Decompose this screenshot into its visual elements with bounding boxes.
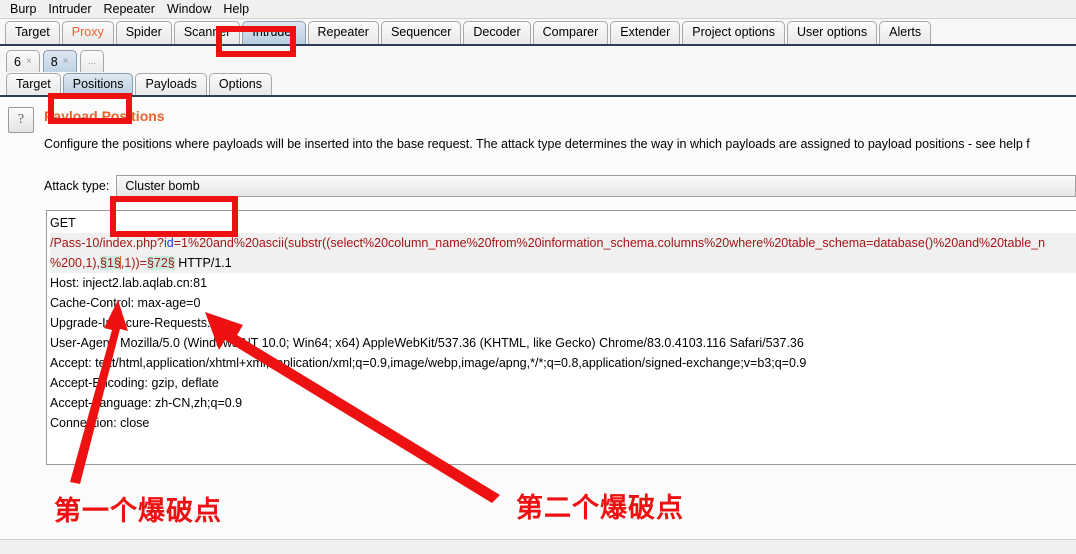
attack-tab-6-label: 6 bbox=[14, 54, 21, 69]
intruder-sub-tab-bar: Target Positions Payloads Options bbox=[0, 72, 1076, 97]
attack-tab-8-label: 8 bbox=[50, 54, 58, 69]
tab-project-options[interactable]: Project options bbox=[682, 21, 785, 44]
attack-type-label: Attack type: bbox=[44, 179, 110, 193]
attack-type-row: Attack type: Cluster bomb bbox=[44, 175, 1076, 197]
request-line-url-wrap: %200,1),§1§,1))=§72§ HTTP/1.1 bbox=[50, 253, 1076, 273]
subtab-payloads[interactable]: Payloads bbox=[135, 73, 207, 95]
highlight-box-positions-tab bbox=[48, 93, 132, 124]
url-part-2b: ,1))= bbox=[120, 256, 147, 270]
close-icon[interactable]: × bbox=[26, 52, 32, 72]
menu-item-help[interactable]: Help bbox=[217, 1, 255, 17]
attack-type-value: Cluster bomb bbox=[125, 179, 200, 193]
request-header-host: Host: inject2.lab.aqlab.cn:81 bbox=[50, 276, 208, 290]
attack-tab-more[interactable]: ... bbox=[79, 50, 104, 72]
menu-item-repeater[interactable]: Repeater bbox=[98, 1, 161, 17]
url-prefix: /Pass-10/index.php? bbox=[50, 236, 164, 250]
tab-proxy[interactable]: Proxy bbox=[61, 21, 114, 44]
panel-description: Configure the positions where payloads w… bbox=[44, 137, 1030, 151]
highlight-box-intruder-tab bbox=[216, 26, 296, 57]
attack-type-select[interactable]: Cluster bomb bbox=[116, 175, 1076, 197]
request-header-connection: Connection: close bbox=[50, 416, 150, 430]
menu-bar: Burp Intruder Repeater Window Help bbox=[0, 0, 1076, 19]
subtab-options[interactable]: Options bbox=[208, 73, 273, 95]
close-icon[interactable]: × bbox=[63, 52, 69, 72]
annotation-label-second: 第二个爆破点 bbox=[516, 493, 684, 524]
request-header-accept-encoding: Accept-Encoding: gzip, deflate bbox=[50, 376, 219, 390]
tab-repeater[interactable]: Repeater bbox=[307, 21, 379, 44]
tab-target[interactable]: Target bbox=[5, 21, 60, 44]
payload-marker-2[interactable]: §72§ bbox=[146, 256, 175, 270]
url-part-1: =1%20and%20ascii(substr((select%20column… bbox=[173, 236, 1046, 250]
request-header-user-agent: User-Agent: Mozilla/5.0 (Windows NT 10.0… bbox=[50, 336, 804, 350]
attack-tab-bar: 6 × 8 × ... bbox=[0, 46, 1076, 72]
subtab-positions[interactable]: Positions bbox=[62, 73, 134, 95]
annotation-label-first: 第一个爆破点 bbox=[54, 496, 222, 527]
tab-decoder[interactable]: Decoder bbox=[463, 21, 531, 44]
main-tab-bar: Target Proxy Spider Scanner Intruder Rep… bbox=[0, 19, 1076, 46]
menu-item-window[interactable]: Window bbox=[161, 1, 217, 17]
ellipsis-icon: ... bbox=[87, 55, 96, 67]
url-part-2a: %200,1), bbox=[50, 256, 101, 270]
tab-spider[interactable]: Spider bbox=[115, 21, 172, 44]
request-header-accept: Accept: text/html,application/xhtml+xml,… bbox=[50, 356, 807, 370]
help-icon[interactable]: ? bbox=[8, 107, 34, 133]
menu-item-burp[interactable]: Burp bbox=[4, 1, 42, 17]
request-editor[interactable]: GET /Pass-10/index.php?id=1%20and%20asci… bbox=[46, 210, 1076, 465]
menu-item-intruder[interactable]: Intruder bbox=[42, 1, 97, 17]
tab-comparer[interactable]: Comparer bbox=[532, 21, 609, 44]
tab-sequencer[interactable]: Sequencer bbox=[380, 21, 462, 44]
url-param-key: id bbox=[163, 236, 174, 250]
request-header-cache-control: Cache-Control: max-age=0 bbox=[50, 296, 201, 310]
horizontal-scrollbar[interactable] bbox=[0, 539, 1076, 554]
attack-tab-6[interactable]: 6 × bbox=[6, 50, 40, 72]
request-header-accept-language: Accept-Language: zh-CN,zh;q=0.9 bbox=[50, 396, 243, 410]
highlight-box-attack-type bbox=[110, 196, 238, 237]
attack-tab-8[interactable]: 8 × bbox=[42, 50, 77, 72]
http-version: HTTP/1.1 bbox=[174, 256, 232, 270]
tab-alerts[interactable]: Alerts bbox=[879, 21, 932, 44]
subtab-target[interactable]: Target bbox=[6, 73, 61, 95]
tab-user-options[interactable]: User options bbox=[786, 21, 878, 44]
request-header-upgrade: Upgrade-Insecure-Requests: 1 bbox=[50, 316, 221, 330]
payload-marker-1[interactable]: §1§ bbox=[100, 256, 121, 270]
tab-extender[interactable]: Extender bbox=[610, 21, 681, 44]
